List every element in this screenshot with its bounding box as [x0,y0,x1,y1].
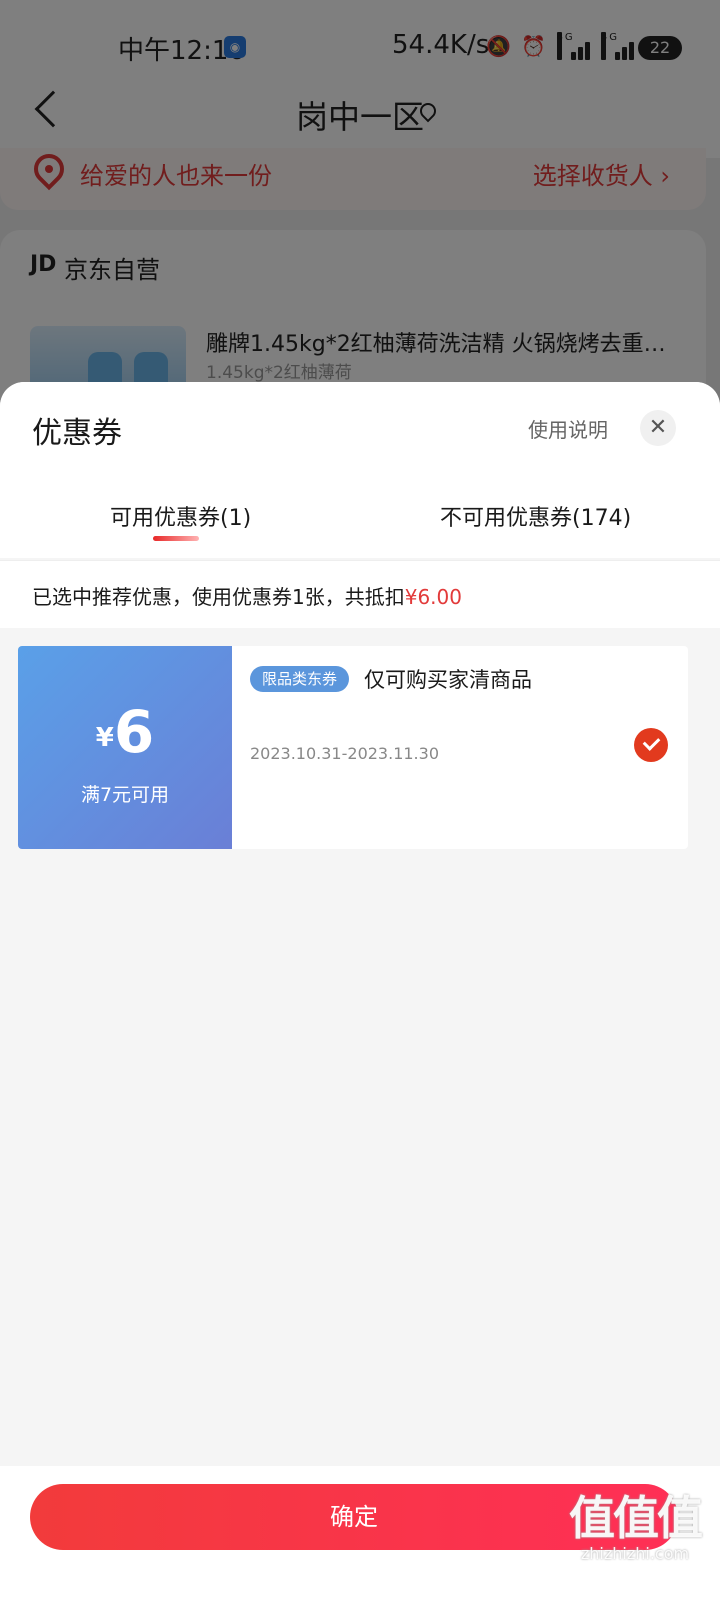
close-icon[interactable]: ✕ [640,410,676,446]
coupon-card[interactable]: ¥6 满7元可用 限品类东券 仅可购买家清商品 2023.10.31-2023.… [18,646,688,849]
coupon-category-badge: 限品类东券 [250,666,350,692]
coupon-description: 仅可购买家清商品 [364,668,532,692]
active-tab-indicator [153,536,199,541]
tab-unavailable-coupons[interactable]: 不可用优惠券(174) [440,500,631,532]
site-watermark: 值值值 zhizhizhi.com [560,1482,710,1582]
selection-summary: 已选中推荐优惠，使用优惠券1张，共抵扣¥6.00 [0,560,720,628]
summary-text: 已选中推荐优惠，使用优惠券1张，共抵扣 [32,585,405,609]
coupon-sheet: 优惠券 使用说明 ✕ 可用优惠券(1) 不可用优惠券(174) 已选中推荐优惠，… [0,382,720,1600]
coupon-validity-dates: 2023.10.31-2023.11.30 [250,744,439,763]
tab-available-coupons[interactable]: 可用优惠券(1) [110,500,251,532]
checkmark-icon[interactable] [634,728,668,762]
usage-instructions-link[interactable]: 使用说明 [528,414,608,443]
watermark-domain: zhizhizhi.com [580,1544,690,1563]
coupon-condition: 满7元可用 [80,784,170,806]
watermark-glyphs: 值值值 [569,1491,703,1545]
sheet-title: 优惠券 [32,416,122,451]
coupon-currency: ¥ [95,723,114,753]
coupon-amount: 6 [113,698,155,766]
summary-discount-amount: ¥6.00 [404,585,462,609]
sheet-header: 优惠券 使用说明 ✕ 可用优惠券(1) 不可用优惠券(174) [0,382,720,558]
coupon-value-panel: ¥6 满7元可用 [18,646,232,849]
